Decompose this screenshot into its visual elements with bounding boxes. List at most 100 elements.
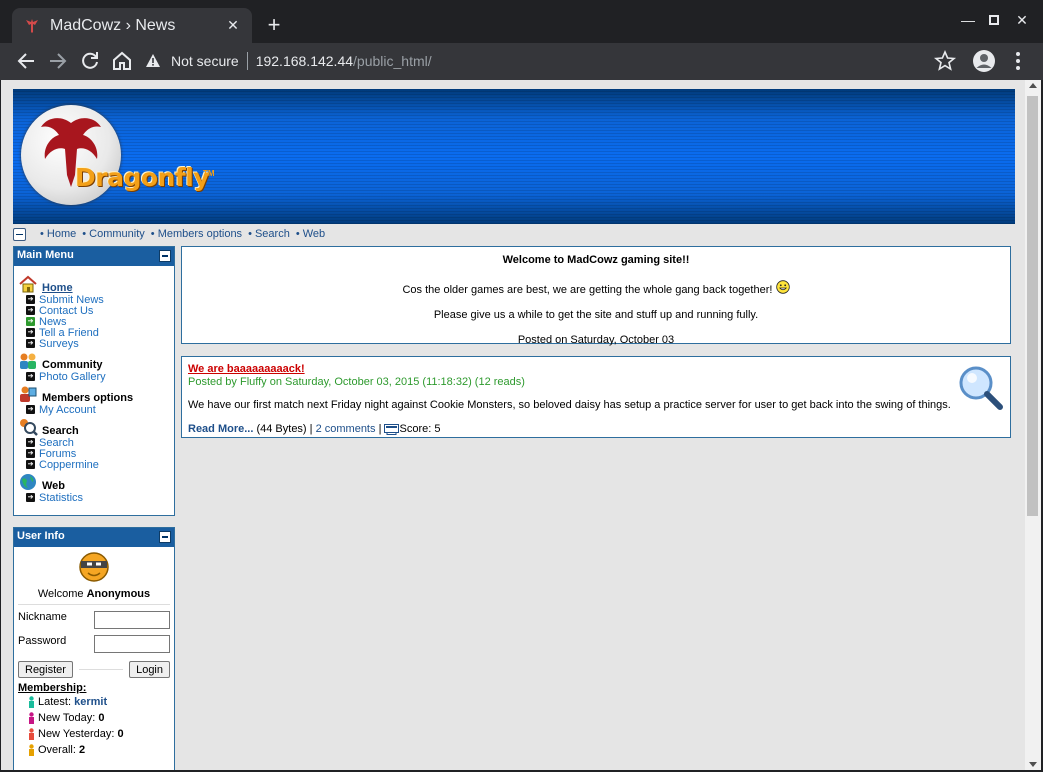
menu-home-link[interactable]: Home <box>42 282 73 294</box>
logo-text: Dragonfly <box>75 163 210 192</box>
news-posted-date: on Saturday, October 03, 2015 (11:18:32)… <box>269 376 525 388</box>
reload-icon[interactable] <box>78 49 102 73</box>
login-button[interactable]: Login <box>129 661 170 678</box>
person-orange-icon <box>29 744 34 756</box>
news-title-link[interactable]: We are baaaaaaaaack! <box>188 363 305 375</box>
topnav-members-options[interactable]: • Members options <box>151 228 242 240</box>
url-host: 192.168.142.44 <box>255 53 354 69</box>
menu-item-forums[interactable]: ➔ Forums <box>26 448 170 460</box>
read-more-link[interactable]: Read More... <box>188 423 253 435</box>
new-today-label: New Today: <box>38 712 96 724</box>
password-input[interactable] <box>94 635 170 653</box>
arrow-bullet-icon: ➔ <box>26 405 35 414</box>
user-info-collapse-icon[interactable] <box>159 531 171 543</box>
stat-new-yesterday: New Yesterday: 0 <box>28 726 170 742</box>
new-tab-icon[interactable]: + <box>263 14 285 36</box>
house-icon <box>19 275 37 293</box>
stat-latest: Latest: kermit <box>28 694 170 710</box>
user-info-block: User Info Welcome Anonymous Nickname Pas… <box>13 527 175 770</box>
topnav-home[interactable]: • Home <box>40 228 76 240</box>
back-arrow-icon[interactable] <box>14 49 38 73</box>
arrow-bullet-icon: ➔ <box>26 493 35 502</box>
minimize-icon[interactable]: — <box>958 12 978 28</box>
menu-category-home[interactable]: Home <box>18 274 170 294</box>
menu-item-surveys[interactable]: ➔ Surveys <box>26 338 170 350</box>
menu-link-statistics[interactable]: Statistics <box>39 492 83 504</box>
welcome-line-2: Please give us a while to get the site a… <box>433 309 759 321</box>
topnav-community[interactable]: • Community <box>82 228 145 240</box>
bookmark-star-icon[interactable] <box>933 49 957 73</box>
menu-item-coppermine[interactable]: ➔ Coppermine <box>26 459 170 471</box>
divider <box>78 669 124 670</box>
password-row: Password <box>18 635 170 653</box>
overall-value: 2 <box>78 744 86 756</box>
home-icon[interactable] <box>110 49 134 73</box>
latest-member-link[interactable]: kermit <box>74 696 107 708</box>
address-bar[interactable]: Not secure 192.168.142.44 /public_html/ <box>145 46 975 76</box>
welcome-message: Welcome Anonymous <box>18 588 170 600</box>
news-author: Fluffy <box>239 376 267 388</box>
topnav-search[interactable]: • Search <box>248 228 290 240</box>
menu-link-surveys[interactable]: Surveys <box>39 338 79 350</box>
main-menu-collapse-icon[interactable] <box>159 250 171 262</box>
active-arrow-bullet-icon: ➔ <box>26 317 35 326</box>
forward-arrow-icon[interactable] <box>46 49 70 73</box>
menu-category-members: Members options <box>18 384 170 404</box>
scroll-down-icon[interactable] <box>1029 762 1037 767</box>
menu-item-submit-news[interactable]: ➔ Submit News <box>26 294 170 306</box>
menu-item-statistics[interactable]: ➔ Statistics <box>26 492 170 504</box>
news-size: (44 Bytes) | <box>256 423 313 435</box>
menu-item-contact-us[interactable]: ➔ Contact Us <box>26 305 170 317</box>
person-teal-icon <box>29 696 34 708</box>
close-window-icon[interactable]: ✕ <box>1012 12 1032 29</box>
menu-category-web: Web <box>18 472 170 492</box>
security-label: Not secure <box>171 53 239 69</box>
membership-heading: Membership: <box>18 682 87 694</box>
menu-item-news[interactable]: ➔ News <box>26 316 170 328</box>
scroll-up-icon[interactable] <box>1029 83 1037 88</box>
welcome-line-1-text: Cos the older games are best, we are get… <box>402 284 773 296</box>
browser-menu-icon[interactable] <box>1006 49 1030 73</box>
arrow-bullet-icon: ➔ <box>26 295 35 304</box>
profile-avatar-icon[interactable] <box>972 49 996 73</box>
latest-label: Latest: <box>38 696 72 708</box>
menu-members-label: Members options <box>42 392 134 404</box>
user-info-header: User Info <box>14 528 174 547</box>
page-scrollbar[interactable] <box>1025 80 1041 770</box>
menu-link-coppermine[interactable]: Coppermine <box>39 459 99 471</box>
menu-item-photo-gallery[interactable]: ➔ Photo Gallery <box>26 371 170 383</box>
arrow-bullet-icon: ➔ <box>26 339 35 348</box>
menu-link-my-account[interactable]: My Account <box>39 404 96 416</box>
stat-new-today: New Today: 0 <box>28 710 170 726</box>
main-menu-header: Main Menu <box>14 247 174 266</box>
menu-community-label: Community <box>42 359 103 371</box>
collapse-toggle-icon[interactable] <box>13 227 26 241</box>
menu-link-photo-gallery[interactable]: Photo Gallery <box>39 371 106 383</box>
comments-link[interactable]: 2 comments <box>316 423 376 435</box>
news-footer: Read More... (44 Bytes) | 2 comments | S… <box>188 423 1004 435</box>
rating-icon <box>384 423 400 435</box>
dragonfly-favicon-icon <box>26 18 38 33</box>
top-navigation: • Home • Community • Members options • S… <box>13 226 331 242</box>
tab-title: MadCowz › News <box>50 16 176 34</box>
nickname-input[interactable] <box>94 611 170 629</box>
new-yesterday-label: New Yesterday: <box>38 728 115 740</box>
menu-category-search: Search <box>18 417 170 437</box>
maximize-icon[interactable] <box>984 12 1004 28</box>
scroll-thumb[interactable] <box>1027 96 1038 516</box>
topnav-web[interactable]: • Web <box>296 228 325 240</box>
menu-item-my-account[interactable]: ➔ My Account <box>26 404 170 416</box>
tab-close-icon[interactable]: ✕ <box>224 17 242 34</box>
welcome-prefix: Welcome <box>37 588 84 600</box>
menu-item-tell-a-friend[interactable]: ➔ Tell a Friend <box>26 327 170 339</box>
register-button[interactable]: Register <box>18 661 73 678</box>
magnifier-topic-icon[interactable] <box>956 363 1004 411</box>
posted-by-label: Posted by <box>188 376 237 388</box>
arrow-bullet-icon: ➔ <box>26 306 35 315</box>
arrow-bullet-icon: ➔ <box>26 372 35 381</box>
menu-item-search[interactable]: ➔ Search <box>26 437 170 449</box>
user-info-body: Welcome Anonymous Nickname Password Regi… <box>14 547 174 762</box>
browser-tab[interactable]: MadCowz › News ✕ <box>12 8 252 43</box>
news-score: Score: 5 <box>399 423 441 435</box>
footer-separator: | <box>378 423 382 435</box>
